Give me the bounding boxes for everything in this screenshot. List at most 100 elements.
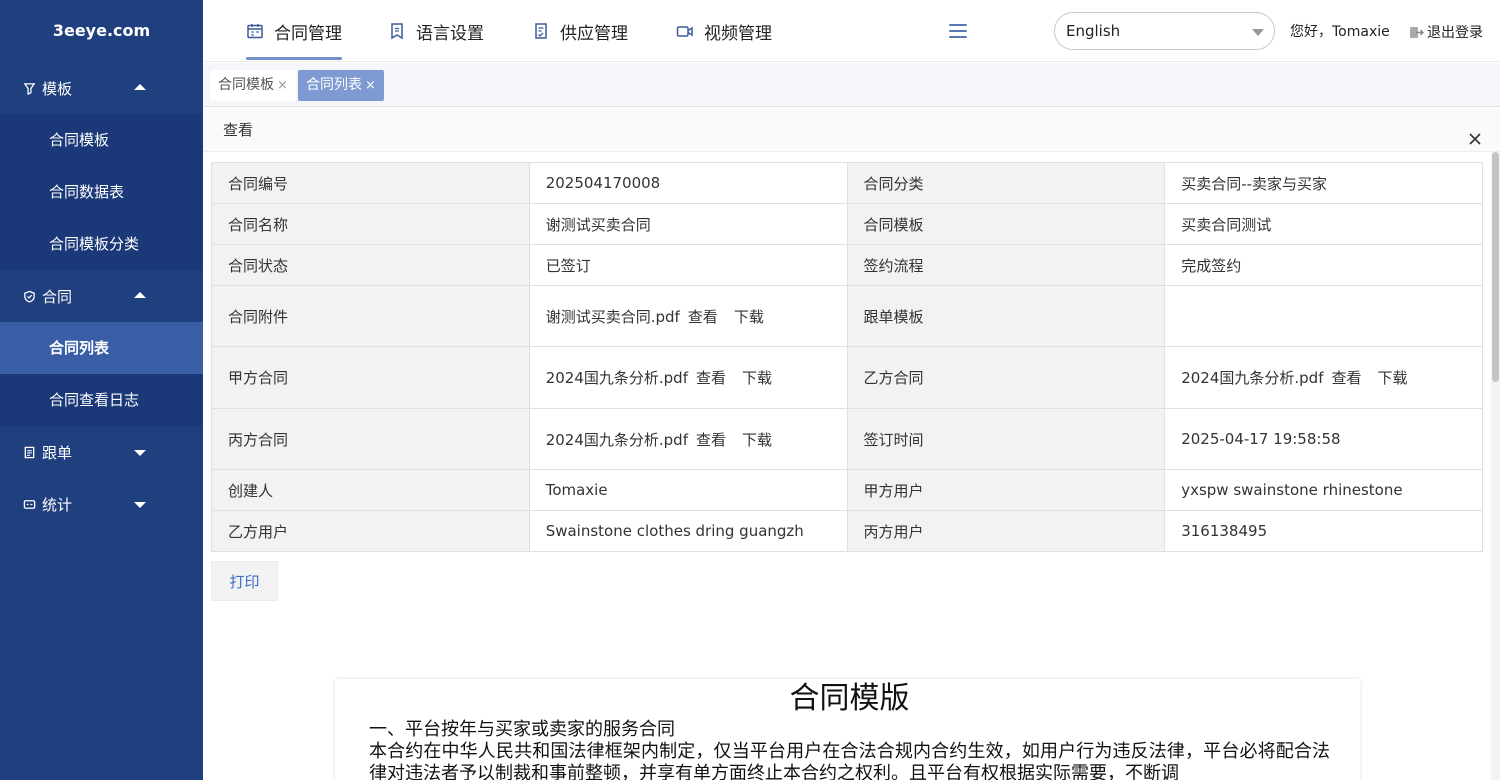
attachment-filename: 2024国九条分析.pdf bbox=[545, 369, 688, 387]
sidebar-item-contract-datasheet[interactable]: 合同数据表 bbox=[0, 166, 203, 218]
view-link[interactable]: 查看 bbox=[688, 308, 718, 326]
field-label: 合同附件 bbox=[211, 285, 530, 347]
menu-group-tracking[interactable]: 跟单 bbox=[0, 426, 203, 478]
menu-group-label: 跟单 bbox=[42, 443, 73, 462]
sidebar-item-contract-template[interactable]: 合同模板 bbox=[0, 114, 203, 166]
hamburger-menu-icon[interactable] bbox=[949, 24, 967, 38]
funnel-icon bbox=[22, 81, 36, 95]
attachment-filename: 谢测试买卖合同.pdf bbox=[545, 307, 680, 326]
sidebar-item-contract-list[interactable]: 合同列表 bbox=[0, 322, 203, 374]
nav-contract-management[interactable]: 合同管理 bbox=[246, 0, 342, 62]
close-tab-icon[interactable]: × bbox=[277, 78, 288, 93]
caret-up-icon bbox=[134, 84, 146, 90]
field-label: 合同模板 bbox=[846, 203, 1166, 245]
dropdown-arrow-icon bbox=[1252, 29, 1264, 36]
logo[interactable]: 3eeye.com bbox=[0, 0, 203, 62]
sidebar-item-template-category[interactable]: 合同模板分类 bbox=[0, 218, 203, 270]
download-link[interactable]: 下载 bbox=[742, 431, 772, 449]
attachment-filename: 2024国九条分析.pdf bbox=[1181, 369, 1324, 387]
caret-down-icon bbox=[134, 450, 146, 456]
menu-group-statistics[interactable]: 统计 bbox=[0, 478, 203, 530]
caret-up-icon bbox=[134, 292, 146, 298]
menu-group-label: 模板 bbox=[42, 79, 73, 98]
tab-bar: 合同模板 × 合同列表 × bbox=[203, 63, 1500, 107]
language-value: English bbox=[1066, 22, 1121, 40]
sidebar-item-contract-view-log[interactable]: 合同查看日志 bbox=[0, 374, 203, 426]
bookmark-icon bbox=[388, 22, 406, 40]
download-link[interactable]: 下载 bbox=[734, 308, 764, 326]
tab-label: 合同列表 bbox=[306, 77, 362, 93]
field-value: 316138495 bbox=[1164, 510, 1483, 552]
field-value: 买卖合同测试 bbox=[1164, 203, 1483, 245]
table-row: 合同编号 202504170008 合同分类 买卖合同--卖家与买家 bbox=[211, 162, 1483, 204]
field-label: 丙方合同 bbox=[211, 408, 530, 470]
field-value: 谢测试买卖合同.pdf 查看 下载 bbox=[528, 285, 848, 347]
document-paragraph: 本合约在中华人民共和国法律框架内制定，仅当平台用户在合法合规内合约生效，如用户行… bbox=[369, 741, 1330, 780]
view-link[interactable]: 查看 bbox=[1332, 369, 1362, 387]
scrollbar[interactable] bbox=[1491, 152, 1500, 780]
field-value: 已签订 bbox=[528, 244, 848, 286]
field-value: 202504170008 bbox=[528, 162, 848, 204]
caret-down-icon bbox=[134, 502, 146, 508]
field-label: 甲方用户 bbox=[846, 469, 1166, 511]
nav-supply-management[interactable]: 供应管理 bbox=[532, 0, 628, 62]
tab-contract-list[interactable]: 合同列表 × bbox=[298, 70, 384, 101]
table-row: 合同附件 谢测试买卖合同.pdf 查看 下载 跟单模板 bbox=[211, 285, 1483, 347]
topbar: 合同管理 语言设置 供应管理 视频管理 English 您好，Tomaxie 退… bbox=[203, 0, 1500, 62]
field-value: yxspw swainstone rhinestone bbox=[1164, 469, 1483, 511]
view-link[interactable]: 查看 bbox=[696, 369, 726, 387]
sidebar: 3eeye.com 模板 合同模板 合同数据表 合同模板分类 合同 合同列表 合… bbox=[0, 0, 203, 780]
table-row: 乙方用户 Swainstone clothes dring guangzh 丙方… bbox=[211, 510, 1483, 552]
submenu-template: 合同模板 合同数据表 合同模板分类 bbox=[0, 114, 203, 270]
view-link[interactable]: 查看 bbox=[696, 431, 726, 449]
field-label: 丙方用户 bbox=[846, 510, 1166, 552]
field-value: Swainstone clothes dring guangzh bbox=[528, 510, 848, 552]
tab-label: 合同模板 bbox=[218, 77, 274, 93]
document-icon bbox=[22, 445, 36, 459]
nav-label: 供应管理 bbox=[560, 23, 628, 44]
field-label: 合同状态 bbox=[211, 244, 530, 286]
contract-document-preview: 合同模版 一、平台按年与买家或卖家的服务合同 本合约在中华人民共和国法律框架内制… bbox=[335, 679, 1360, 780]
field-label: 甲方合同 bbox=[211, 346, 530, 409]
content-panel: 查看 合同编号 202504170008 合同分类 买卖合同--卖家与买家 合同… bbox=[203, 108, 1500, 780]
shield-icon bbox=[22, 289, 36, 303]
field-label: 签约流程 bbox=[846, 244, 1166, 286]
scrollbar-thumb[interactable] bbox=[1492, 152, 1499, 382]
nav-label: 语言设置 bbox=[416, 23, 484, 44]
table-row: 合同名称 谢测试买卖合同 合同模板 买卖合同测试 bbox=[211, 203, 1483, 245]
calendar-icon bbox=[246, 22, 264, 40]
nav-language-settings[interactable]: 语言设置 bbox=[388, 0, 484, 62]
table-row: 创建人 Tomaxie 甲方用户 yxspw swainstone rhines… bbox=[211, 469, 1483, 511]
field-label: 合同编号 bbox=[211, 162, 530, 204]
tab-contract-template[interactable]: 合同模板 × bbox=[210, 70, 296, 101]
document-section-heading: 一、平台按年与买家或卖家的服务合同 bbox=[369, 719, 675, 740]
menu-group-template[interactable]: 模板 bbox=[0, 62, 203, 114]
logout-icon bbox=[1409, 25, 1424, 40]
top-nav: 合同管理 语言设置 供应管理 视频管理 bbox=[203, 0, 772, 62]
field-value: 2024国九条分析.pdf 查看 下载 bbox=[1164, 346, 1483, 409]
table-row: 合同状态 已签订 签约流程 完成签约 bbox=[211, 244, 1483, 286]
close-tab-icon[interactable]: × bbox=[365, 78, 376, 93]
field-label: 乙方合同 bbox=[846, 346, 1166, 409]
field-label: 乙方用户 bbox=[211, 510, 530, 552]
logout-button[interactable]: 退出登录 bbox=[1409, 0, 1483, 64]
field-label: 签订时间 bbox=[846, 408, 1166, 470]
attachment-filename: 2024国九条分析.pdf bbox=[545, 430, 688, 449]
panel-title: 查看 bbox=[223, 121, 254, 139]
print-button[interactable]: 打印 bbox=[211, 561, 278, 601]
chart-icon bbox=[22, 497, 36, 511]
download-link[interactable]: 下载 bbox=[1378, 369, 1408, 387]
language-select[interactable]: English bbox=[1054, 12, 1275, 50]
contract-info-table: 合同编号 202504170008 合同分类 买卖合同--卖家与买家 合同名称 … bbox=[211, 162, 1483, 552]
download-link[interactable]: 下载 bbox=[742, 369, 772, 387]
table-row: 丙方合同 2024国九条分析.pdf 查看 下载 签订时间 2025-04-17 1… bbox=[211, 408, 1483, 470]
video-icon bbox=[676, 22, 694, 40]
field-value: 谢测试买卖合同 bbox=[528, 203, 848, 245]
field-label: 跟单模板 bbox=[846, 285, 1166, 347]
field-value: 2025-04-17 19:58:58 bbox=[1164, 408, 1483, 470]
field-value: 完成签约 bbox=[1164, 244, 1483, 286]
nav-video-management[interactable]: 视频管理 bbox=[676, 0, 772, 62]
field-value: 2024国九条分析.pdf 查看 下载 bbox=[528, 346, 848, 409]
close-icon[interactable] bbox=[1466, 121, 1484, 145]
menu-group-contract[interactable]: 合同 bbox=[0, 270, 203, 322]
